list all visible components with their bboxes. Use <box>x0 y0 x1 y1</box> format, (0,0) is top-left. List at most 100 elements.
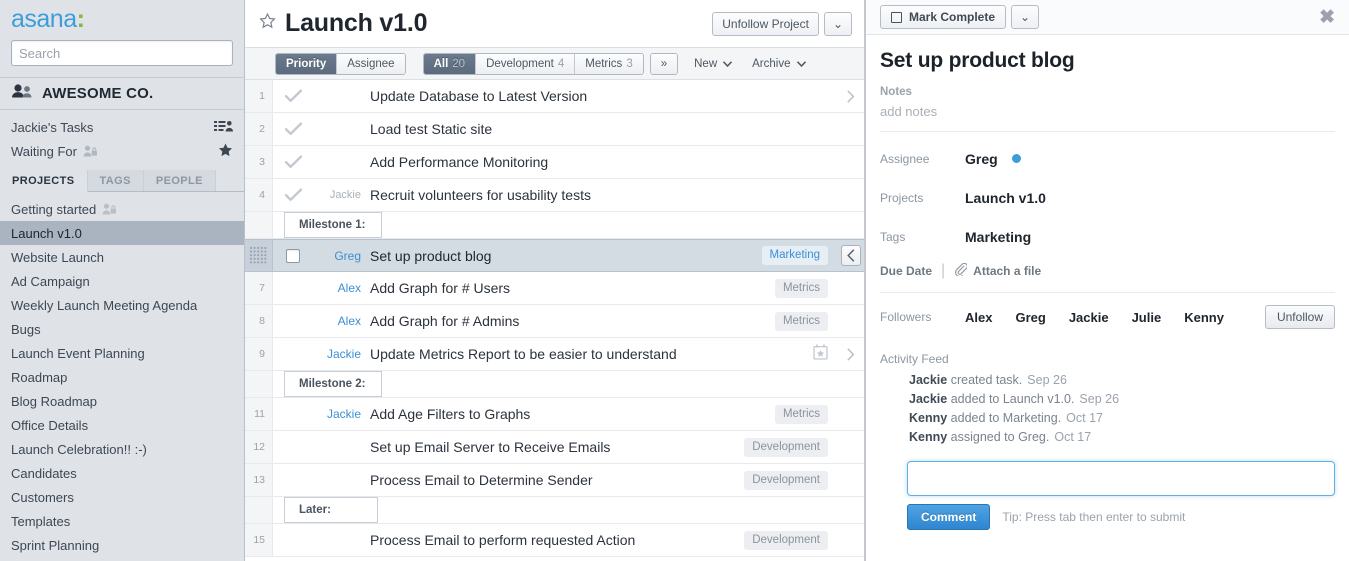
star-icon[interactable] <box>218 143 233 160</box>
task-menu-caret-icon[interactable]: ⌄ <box>1011 5 1040 29</box>
notes-field[interactable]: add notes <box>880 104 1335 131</box>
follower-item[interactable]: Alex <box>965 310 992 325</box>
row-assignee[interactable]: Greg <box>313 249 369 263</box>
asana-logo[interactable]: asana: <box>0 0 244 32</box>
tag-pill[interactable]: Development <box>744 530 828 550</box>
attach-file-button[interactable]: Attach a file <box>954 262 1041 279</box>
tab-people[interactable]: PEOPLE <box>143 170 216 191</box>
tags-value[interactable]: Marketing <box>965 229 1031 245</box>
search-input[interactable] <box>11 40 233 66</box>
task-row[interactable]: 9 Jackie Update Metrics Report to be easie… <box>245 338 864 371</box>
task-checkbox[interactable] <box>273 248 313 263</box>
project-item[interactable]: Blog Roadmap <box>0 389 244 413</box>
row-task-title[interactable]: Set up Email Server to Receive Emails <box>369 439 744 455</box>
row-assignee[interactable]: Jackie <box>313 347 369 361</box>
row-task-title[interactable]: Add Performance Monitoring <box>369 154 828 170</box>
project-item[interactable]: Candidates <box>0 461 244 485</box>
due-date-button[interactable]: Due Date <box>880 264 932 278</box>
row-task-title[interactable]: Set up product blog <box>369 248 762 264</box>
row-assignee[interactable]: Jackie <box>313 189 369 201</box>
task-row[interactable]: 8 Alex Add Graph for # Admins Metrics <box>245 305 864 338</box>
tag-pill[interactable]: Development <box>744 437 828 457</box>
comment-submit-button[interactable]: Comment <box>907 504 991 530</box>
milestone-label[interactable]: Milestone 1: <box>284 212 383 238</box>
row-task-title[interactable]: Recruit volunteers for usability tests <box>369 187 828 203</box>
archive-menu-button[interactable]: Archive <box>742 53 815 75</box>
project-item[interactable]: Launch Event Planning <box>0 341 244 365</box>
follower-item[interactable]: Kenny <box>1184 310 1224 325</box>
task-row[interactable]: 2 Load test Static site <box>245 113 864 146</box>
mark-complete-button[interactable]: Mark Complete <box>880 5 1007 29</box>
project-item[interactable]: Roadmap <box>0 365 244 389</box>
list-people-icon[interactable] <box>214 120 233 135</box>
project-item[interactable]: Launch Celebration!! :-) <box>0 437 244 461</box>
project-item[interactable]: Templates <box>0 509 244 533</box>
project-item[interactable]: Getting started <box>0 197 244 221</box>
task-row[interactable]: 15 Process Email to perform requested Act… <box>245 524 864 557</box>
collapse-detail-button[interactable] <box>838 245 864 266</box>
task-row[interactable]: 4 Jackie Recruit volunteers for usability … <box>245 179 864 212</box>
tag-pill[interactable]: Metrics <box>774 311 828 331</box>
row-task-title[interactable]: Process Email to Determine Sender <box>369 472 744 488</box>
calendar-icon[interactable] <box>813 344 828 365</box>
tab-projects[interactable]: PROJECTS <box>0 170 88 192</box>
drag-handle-icon[interactable] <box>245 240 273 271</box>
filter-development[interactable]: Development 4 <box>476 53 576 74</box>
tag-pill[interactable]: Marketing <box>761 246 828 265</box>
completed-check-icon[interactable] <box>273 188 313 202</box>
row-task-title[interactable]: Process Email to perform requested Actio… <box>369 532 744 548</box>
task-row-selected[interactable]: Greg Set up product blog Marketing <box>245 239 864 272</box>
tag-pill[interactable]: Development <box>744 470 828 490</box>
unfollow-task-button[interactable]: Unfollow <box>1264 305 1335 329</box>
project-menu-caret-icon[interactable]: ⌄ <box>823 11 852 36</box>
assignee-value[interactable]: Greg <box>965 151 998 167</box>
tag-pill[interactable]: Metrics <box>774 278 828 298</box>
row-task-title[interactable]: Add Graph for # Users <box>369 280 775 296</box>
project-value[interactable]: Launch v1.0 <box>965 190 1046 206</box>
favorite-star-icon[interactable] <box>259 12 276 34</box>
task-row[interactable]: 1 Update Database to Latest Version <box>245 80 864 113</box>
row-task-title[interactable]: Update Database to Latest Version <box>369 88 828 104</box>
task-title[interactable]: Set up product blog <box>880 49 1335 73</box>
project-item[interactable]: Website Launch <box>0 245 244 269</box>
row-assignee[interactable]: Jackie <box>313 407 369 421</box>
row-task-title[interactable]: Load test Static site <box>369 121 828 137</box>
follower-item[interactable]: Julie <box>1132 310 1162 325</box>
sidebar-item-my-tasks[interactable]: Jackie's Tasks <box>0 115 244 139</box>
organization-header[interactable]: AWESOME CO. <box>0 77 244 110</box>
project-item[interactable]: Ad Campaign <box>0 269 244 293</box>
comment-input[interactable] <box>907 461 1335 496</box>
sort-priority-tab[interactable]: Priority <box>276 53 338 74</box>
follower-item[interactable]: Greg <box>1015 310 1045 325</box>
sidebar-item-waiting-for[interactable]: Waiting For <box>0 139 244 163</box>
project-item[interactable]: Sprint Planning <box>0 533 244 557</box>
row-task-title[interactable]: Update Metrics Report to be easier to un… <box>369 346 813 362</box>
expand-task-chevron-icon[interactable] <box>838 348 864 361</box>
expand-task-chevron-icon[interactable] <box>838 90 864 103</box>
follower-item[interactable]: Jackie <box>1069 310 1109 325</box>
filter-metrics[interactable]: Metrics 3 <box>575 53 643 74</box>
row-assignee[interactable]: Alex <box>313 281 369 295</box>
task-row[interactable]: 7 Alex Add Graph for # Users Metrics <box>245 272 864 305</box>
close-icon[interactable]: ✖ <box>1319 8 1335 27</box>
project-item[interactable]: Office Details <box>0 413 244 437</box>
project-item-selected[interactable]: Launch v1.0 <box>0 221 244 245</box>
completed-check-icon[interactable] <box>273 122 313 136</box>
tag-pill[interactable]: Metrics <box>774 404 828 424</box>
completed-check-icon[interactable] <box>273 89 313 103</box>
new-menu-button[interactable]: New <box>684 53 742 75</box>
project-item[interactable]: Weekly Launch Meeting Agenda <box>0 293 244 317</box>
project-item[interactable]: Bugs <box>0 317 244 341</box>
row-assignee[interactable]: Alex <box>313 314 369 328</box>
milestone-label[interactable]: Milestone 2: <box>284 371 383 397</box>
tab-tags[interactable]: TAGS <box>87 170 144 191</box>
row-task-title[interactable]: Add Graph for # Admins <box>369 313 775 329</box>
task-row[interactable]: 11 Jackie Add Age Filters to Graphs Metrics <box>245 398 864 431</box>
filter-more-button[interactable]: » <box>650 53 678 74</box>
filter-all[interactable]: All 20 <box>423 53 477 74</box>
task-row[interactable]: 13 Process Email to Determine Sender Devel… <box>245 464 864 497</box>
row-task-title[interactable]: Add Age Filters to Graphs <box>369 406 775 422</box>
milestone-label[interactable]: Later: <box>284 497 378 523</box>
completed-check-icon[interactable] <box>273 155 313 169</box>
unfollow-project-button[interactable]: Unfollow Project <box>712 11 819 36</box>
